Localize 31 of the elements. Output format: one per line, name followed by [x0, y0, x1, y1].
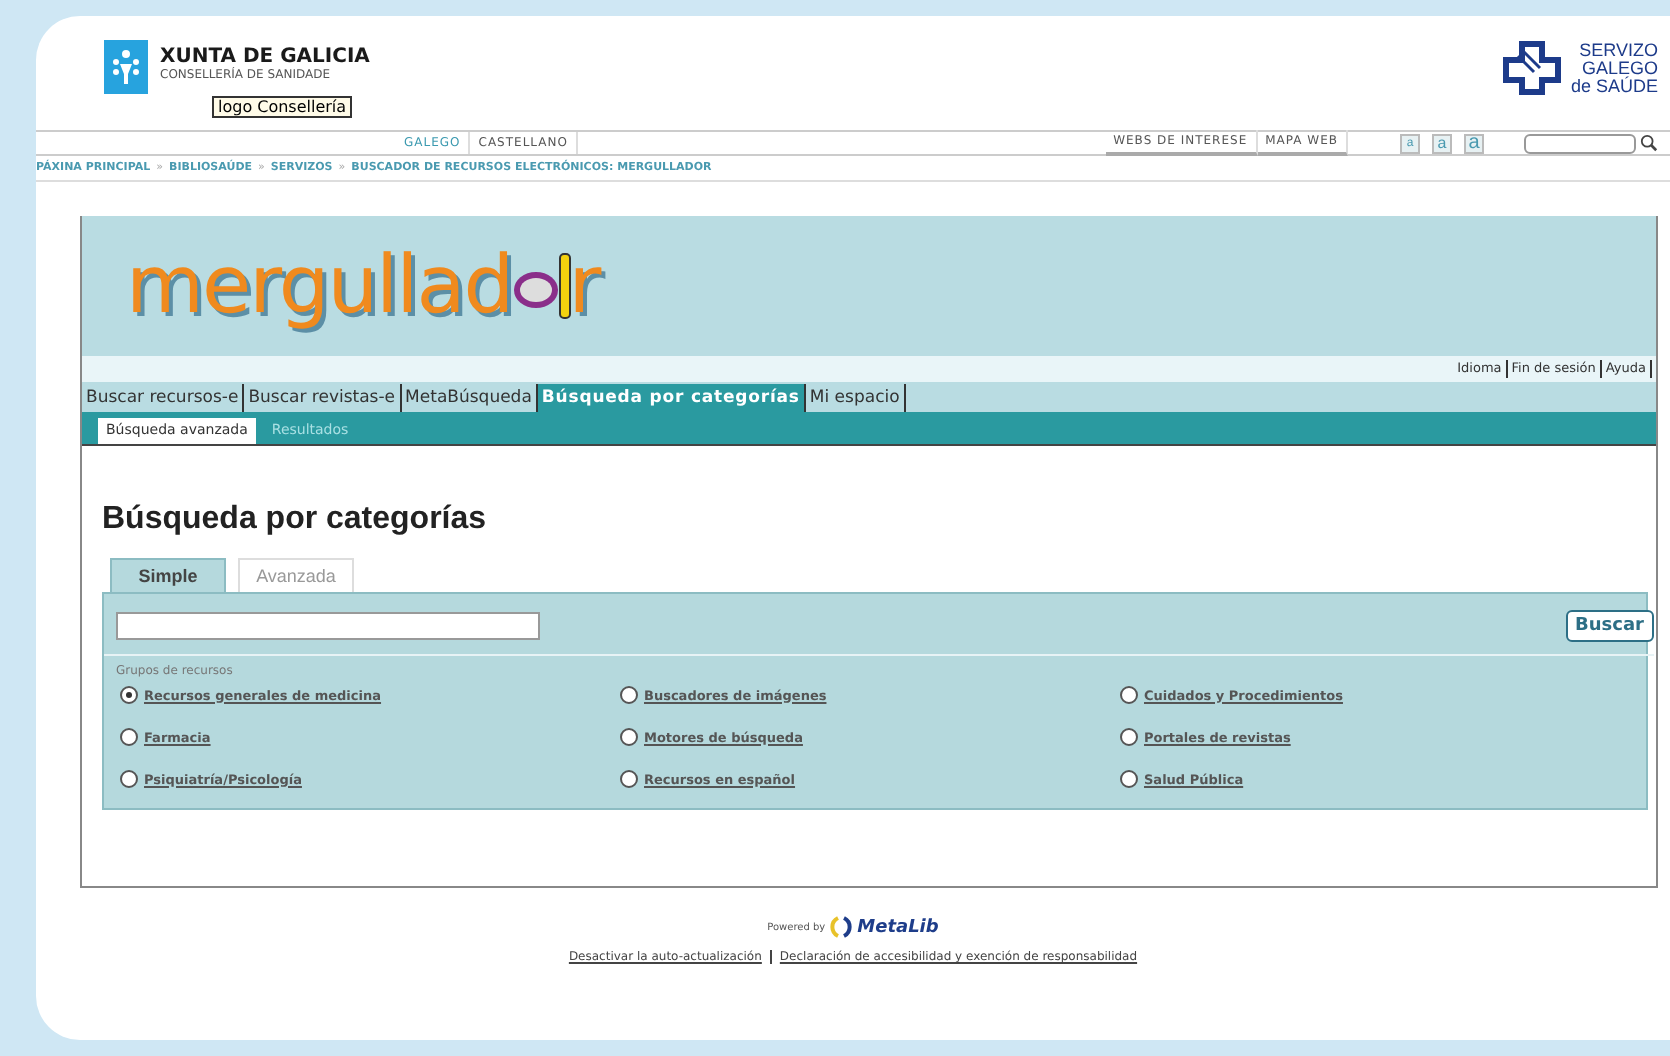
radio-button[interactable] — [120, 728, 138, 746]
tooltip: logo Consellería — [212, 96, 353, 118]
cross-logo-icon — [1502, 40, 1563, 96]
radio-button[interactable] — [120, 770, 138, 788]
radio-button[interactable] — [1120, 686, 1138, 704]
app-logo-text: mergullad — [126, 240, 513, 332]
search-button[interactable]: Buscar — [1565, 610, 1654, 642]
partner-logo-text: de SAÚDE — [1570, 77, 1658, 95]
search-mode-tab[interactable]: Avanzada — [238, 558, 354, 592]
page-heading: Búsqueda por categorías — [102, 502, 489, 538]
diving-mask-icon — [508, 250, 577, 322]
radio-button[interactable] — [1120, 770, 1138, 788]
radio-button[interactable] — [620, 728, 638, 746]
metalib-logo-text: MetaLib — [857, 917, 939, 937]
coat-of-arms-icon — [104, 40, 148, 94]
search-icon[interactable] — [1640, 134, 1658, 152]
text-size-button[interactable]: a — [1432, 133, 1452, 153]
query-field[interactable] — [116, 612, 540, 640]
metalib-logo-icon — [829, 916, 854, 938]
tab[interactable]: Búsqueda por categorías — [537, 384, 806, 412]
radio-button[interactable] — [620, 770, 638, 788]
partner-logo-text: SERVIZO — [1579, 41, 1658, 59]
site-search-field[interactable] — [1524, 133, 1636, 153]
radio-button[interactable] — [1120, 728, 1138, 746]
radio-button[interactable] — [620, 686, 638, 704]
brand-title: XUNTA DE GALICIA — [160, 46, 370, 68]
search-mode-tab[interactable]: Simple — [110, 558, 226, 592]
partner-logo-text: GALEGO — [1581, 59, 1658, 77]
radio-button[interactable] — [120, 686, 138, 704]
app-logo-text: r — [568, 240, 600, 332]
text-size-button[interactable]: a — [1464, 133, 1484, 153]
